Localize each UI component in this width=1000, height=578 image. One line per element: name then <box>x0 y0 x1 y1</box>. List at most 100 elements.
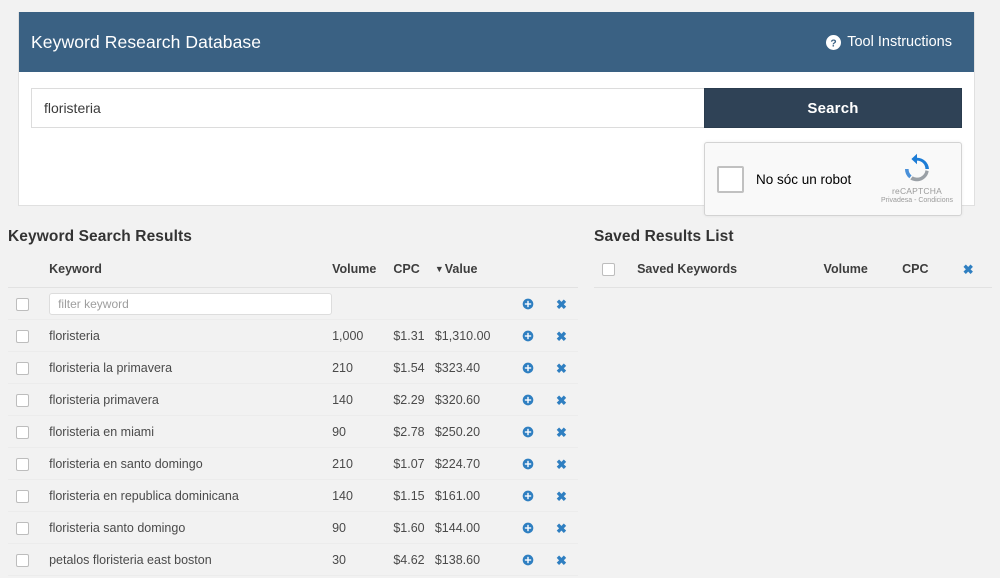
saved-header-clear: ✖ <box>963 262 992 288</box>
row-select-cell <box>8 384 49 416</box>
tool-instructions-link[interactable]: ? Tool Instructions <box>826 34 952 50</box>
page-title: Keyword Research Database <box>31 32 261 53</box>
header-volume[interactable]: Volume <box>332 262 393 288</box>
close-x-icon[interactable]: ✖ <box>556 490 567 503</box>
row-value: $138.60 <box>435 544 512 576</box>
row-value: $323.40 <box>435 352 512 384</box>
close-x-icon[interactable]: ✖ <box>556 554 567 567</box>
close-x-icon[interactable]: ✖ <box>556 426 567 439</box>
header-value-label: Value <box>445 262 478 276</box>
filter-add-cell <box>512 288 545 320</box>
saved-header-keyword[interactable]: Saved Keywords <box>637 262 823 288</box>
row-volume: 210 <box>332 448 393 480</box>
row-checkbox[interactable] <box>16 394 29 407</box>
filter-keyword-input[interactable] <box>49 293 332 315</box>
filter-row-select-cell <box>8 288 49 320</box>
row-add-cell <box>512 320 545 352</box>
row-keyword: floristeria <box>49 320 332 352</box>
row-delete-cell: ✖ <box>545 320 578 352</box>
row-checkbox[interactable] <box>16 330 29 343</box>
filter-cpc-cell <box>393 288 435 320</box>
plus-circle-icon[interactable] <box>522 330 534 342</box>
recaptcha-logo-icon <box>901 153 933 185</box>
close-x-icon[interactable]: ✖ <box>556 458 567 471</box>
row-keyword: floristeria primavera <box>49 384 332 416</box>
row-keyword: floristeria en miami <box>49 416 332 448</box>
saved-results-panel: Saved Results List Saved Keywords Volume… <box>594 228 992 288</box>
filter-value-cell <box>435 288 512 320</box>
row-select-cell <box>8 352 49 384</box>
search-button[interactable]: Search <box>704 88 962 128</box>
saved-select-all-checkbox[interactable] <box>602 263 615 276</box>
saved-header-select <box>594 262 637 288</box>
row-delete-cell: ✖ <box>545 448 578 480</box>
row-add-cell <box>512 512 545 544</box>
row-checkbox[interactable] <box>16 458 29 471</box>
close-x-icon[interactable]: ✖ <box>556 362 567 375</box>
plus-circle-icon[interactable] <box>522 458 534 470</box>
plus-circle-icon[interactable] <box>522 522 534 534</box>
search-input[interactable] <box>31 88 704 128</box>
row-delete-cell: ✖ <box>545 480 578 512</box>
table-row: floristeria santo domingo90$1.60$144.00✖ <box>8 512 578 544</box>
row-delete-cell: ✖ <box>545 512 578 544</box>
saved-header-cpc[interactable]: CPC <box>902 262 963 288</box>
row-volume: 140 <box>332 384 393 416</box>
plus-circle-icon[interactable] <box>522 426 534 438</box>
header-cpc[interactable]: CPC <box>393 262 435 288</box>
table-row: floristeria la primavera210$1.54$323.40✖ <box>8 352 578 384</box>
app-page: Keyword Research Database ? Tool Instruc… <box>0 0 1000 578</box>
row-volume: 210 <box>332 352 393 384</box>
row-checkbox[interactable] <box>16 490 29 503</box>
close-x-icon[interactable]: ✖ <box>556 330 567 343</box>
table-row: floristeria en miami90$2.78$250.20✖ <box>8 416 578 448</box>
filter-row: ✖ <box>8 288 578 320</box>
recaptcha-checkbox[interactable] <box>717 166 744 193</box>
close-x-icon[interactable]: ✖ <box>963 263 974 276</box>
filter-volume-cell <box>332 288 393 320</box>
row-checkbox[interactable] <box>16 522 29 535</box>
tool-instructions-label: Tool Instructions <box>847 34 952 50</box>
plus-circle-icon[interactable] <box>522 298 534 310</box>
row-keyword: floristeria santo domingo <box>49 512 332 544</box>
keyword-results-table: Keyword Volume CPC ▼Value <box>8 262 578 576</box>
saved-results-table: Saved Keywords Volume CPC ✖ <box>594 262 992 288</box>
row-checkbox[interactable] <box>16 362 29 375</box>
row-cpc: $1.07 <box>393 448 435 480</box>
row-cpc: $1.54 <box>393 352 435 384</box>
close-x-icon[interactable]: ✖ <box>556 522 567 535</box>
plus-circle-icon[interactable] <box>522 490 534 502</box>
filter-row-checkbox[interactable] <box>16 298 29 311</box>
table-row: floristeria en santo domingo210$1.07$224… <box>8 448 578 480</box>
table-row: floristeria en republica dominicana140$1… <box>8 480 578 512</box>
svg-text:?: ? <box>831 38 837 49</box>
filter-delete-cell: ✖ <box>545 288 578 320</box>
row-add-cell <box>512 544 545 576</box>
row-delete-cell: ✖ <box>545 544 578 576</box>
row-value: $250.20 <box>435 416 512 448</box>
row-delete-cell: ✖ <box>545 384 578 416</box>
close-x-icon[interactable]: ✖ <box>556 394 567 407</box>
close-x-icon[interactable]: ✖ <box>556 298 567 311</box>
header-delete <box>545 262 578 288</box>
header-value[interactable]: ▼Value <box>435 262 512 288</box>
table-row: floristeria primavera140$2.29$320.60✖ <box>8 384 578 416</box>
header-add <box>512 262 545 288</box>
saved-header-volume[interactable]: Volume <box>824 262 903 288</box>
keyword-results-body: ✖ floristeria1,000$1.31$1,310.00✖florist… <box>8 288 578 576</box>
plus-circle-icon[interactable] <box>522 362 534 374</box>
header-keyword[interactable]: Keyword <box>49 262 332 288</box>
plus-circle-icon[interactable] <box>522 394 534 406</box>
row-checkbox[interactable] <box>16 426 29 439</box>
row-checkbox[interactable] <box>16 554 29 567</box>
plus-circle-icon[interactable] <box>522 554 534 566</box>
row-cpc: $1.60 <box>393 512 435 544</box>
table-row: petalos floristeria east boston30$4.62$1… <box>8 544 578 576</box>
saved-header-row: Saved Keywords Volume CPC ✖ <box>594 262 992 288</box>
app-header: Keyword Research Database ? Tool Instruc… <box>19 12 974 72</box>
row-volume: 1,000 <box>332 320 393 352</box>
search-panel: Keyword Research Database ? Tool Instruc… <box>18 12 975 206</box>
row-keyword: floristeria en republica dominicana <box>49 480 332 512</box>
header-select <box>8 262 49 288</box>
recaptcha-widget[interactable]: No sóc un robot reCAPTCHA Privadesa - Co… <box>704 142 962 216</box>
